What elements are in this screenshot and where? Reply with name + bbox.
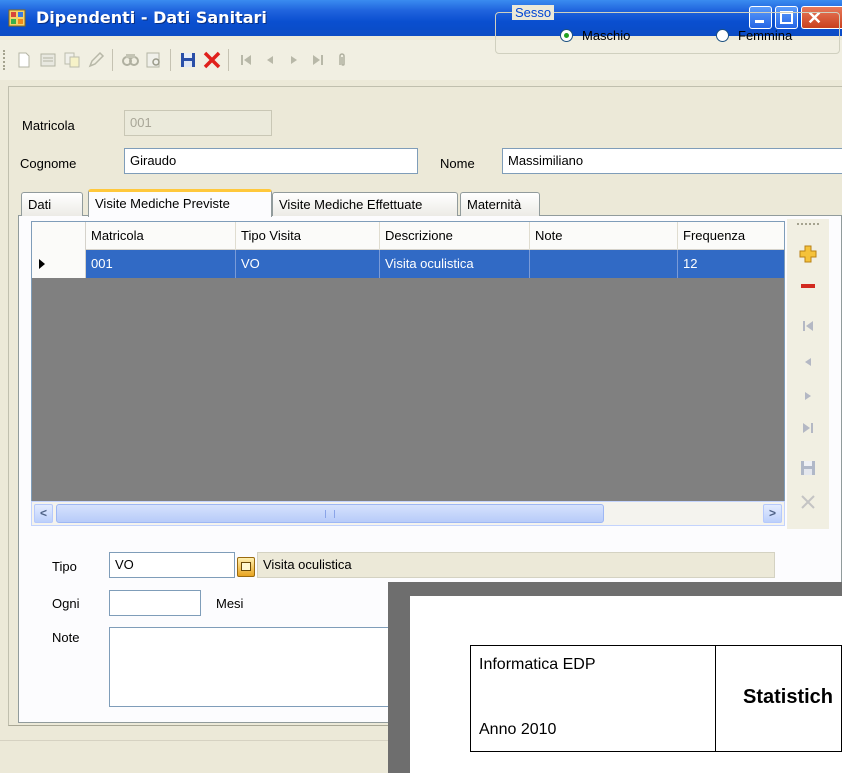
save-record-icon[interactable] bbox=[797, 457, 819, 479]
cell-matricola[interactable]: 001 bbox=[86, 250, 236, 278]
scroll-left-button[interactable]: < bbox=[34, 504, 53, 523]
side-navigator bbox=[787, 219, 829, 529]
column-header-frequenza[interactable]: Frequenza bbox=[678, 222, 784, 250]
column-header-matricola[interactable]: Matricola bbox=[86, 222, 236, 250]
delete-icon[interactable] bbox=[202, 50, 222, 70]
preview-icon[interactable] bbox=[144, 50, 164, 70]
grid-header: Matricola Tipo Visita Descrizione Note F… bbox=[32, 222, 784, 250]
first-icon[interactable] bbox=[236, 50, 256, 70]
matricola-label: Matricola bbox=[22, 118, 75, 133]
tipo-field[interactable]: VO bbox=[109, 552, 235, 578]
window-title: Dipendenti - Dati Sanitari bbox=[36, 8, 267, 27]
next-icon[interactable] bbox=[284, 50, 304, 70]
femmina-label[interactable]: Femmina bbox=[738, 28, 792, 43]
radio-selected-dot bbox=[564, 33, 569, 38]
column-header-note[interactable]: Note bbox=[530, 222, 678, 250]
tab-dati[interactable]: Dati bbox=[21, 192, 83, 216]
new-icon[interactable] bbox=[14, 50, 34, 70]
report-preview-window: Informatica EDP Anno 2010 Statistich bbox=[388, 582, 842, 773]
list-icon[interactable] bbox=[38, 50, 58, 70]
visits-grid[interactable]: Matricola Tipo Visita Descrizione Note F… bbox=[31, 221, 785, 526]
save-icon[interactable] bbox=[178, 50, 198, 70]
sesso-legend: Sesso bbox=[512, 5, 555, 20]
note-field[interactable] bbox=[109, 627, 409, 707]
first-record-icon[interactable] bbox=[797, 315, 819, 337]
edit-icon[interactable] bbox=[86, 50, 106, 70]
cell-note[interactable] bbox=[530, 250, 678, 278]
tipo-label: Tipo bbox=[52, 559, 77, 574]
cell-tipo-visita[interactable]: VO bbox=[236, 250, 380, 278]
cognome-field[interactable]: Giraudo bbox=[124, 148, 418, 174]
lookup-icon bbox=[241, 562, 251, 571]
matricola-field[interactable]: 001 bbox=[124, 110, 272, 136]
report-organization: Informatica EDP bbox=[479, 656, 596, 673]
tab-visite-effettuate[interactable]: Visite Mediche Effettuate bbox=[272, 192, 458, 216]
grid-corner[interactable] bbox=[32, 222, 86, 250]
toolbar-separator bbox=[112, 49, 113, 71]
cognome-label: Cognome bbox=[20, 156, 77, 171]
navigator-grip[interactable] bbox=[797, 223, 819, 226]
toolbar-separator bbox=[170, 49, 171, 71]
mesi-label: Mesi bbox=[216, 596, 244, 611]
tab-visite-previste[interactable]: Visite Mediche Previste bbox=[88, 189, 272, 217]
prev-icon[interactable] bbox=[260, 50, 280, 70]
last-icon[interactable] bbox=[308, 50, 328, 70]
nome-label: Nome bbox=[440, 156, 475, 171]
toolbar-separator bbox=[228, 49, 229, 71]
add-record-icon[interactable] bbox=[797, 243, 819, 265]
toolbar-grip[interactable] bbox=[3, 50, 6, 70]
scroll-thumb-grip bbox=[325, 510, 335, 518]
ogni-label: Ogni bbox=[52, 596, 80, 611]
find-icon[interactable] bbox=[120, 50, 140, 70]
femmina-radio[interactable] bbox=[716, 29, 729, 42]
tipo-description-field: Visita oculistica bbox=[257, 552, 775, 578]
note-label: Note bbox=[52, 630, 80, 645]
main-window: Dipendenti - Dati Sanitari ✕ Matricola 0… bbox=[0, 0, 842, 773]
row-header[interactable] bbox=[32, 250, 86, 278]
sesso-group: Sesso Maschio Femmina bbox=[495, 5, 840, 54]
column-header-tipo-visita[interactable]: Tipo Visita bbox=[236, 222, 380, 250]
attach-icon[interactable] bbox=[332, 50, 352, 70]
app-icon bbox=[8, 9, 26, 27]
scroll-right-button[interactable]: > bbox=[763, 504, 782, 523]
maschio-label[interactable]: Maschio bbox=[582, 28, 630, 43]
remove-record-icon[interactable] bbox=[797, 275, 819, 297]
tab-maternita[interactable]: Maternità bbox=[460, 192, 540, 216]
table-row[interactable]: 001 VO Visita oculistica 12 bbox=[86, 250, 784, 278]
last-record-icon[interactable] bbox=[797, 417, 819, 439]
nome-field[interactable]: Massimiliano bbox=[502, 148, 842, 174]
report-header-divider bbox=[715, 646, 716, 751]
tipo-lookup-button[interactable] bbox=[237, 557, 255, 577]
report-year: Anno 2010 bbox=[479, 721, 557, 738]
column-header-descrizione[interactable]: Descrizione bbox=[380, 222, 530, 250]
report-page: Informatica EDP Anno 2010 Statistich bbox=[410, 596, 842, 773]
report-header-table: Informatica EDP Anno 2010 Statistich bbox=[470, 645, 842, 752]
cell-descrizione[interactable]: Visita oculistica bbox=[380, 250, 530, 278]
copy-icon[interactable] bbox=[62, 50, 82, 70]
ogni-field[interactable] bbox=[109, 590, 201, 616]
next-record-icon[interactable] bbox=[797, 385, 819, 407]
grid-horizontal-scrollbar[interactable]: < > bbox=[31, 501, 785, 526]
tab-strip: Dati Visite Mediche Previste Visite Medi… bbox=[18, 189, 842, 217]
maschio-radio[interactable] bbox=[560, 29, 573, 42]
scroll-thumb[interactable] bbox=[56, 504, 604, 523]
prev-record-icon[interactable] bbox=[797, 351, 819, 373]
cell-frequenza[interactable]: 12 bbox=[678, 250, 784, 278]
report-heading: Statistich bbox=[743, 686, 834, 708]
current-row-arrow-icon bbox=[39, 259, 45, 269]
cancel-record-icon[interactable] bbox=[797, 491, 819, 513]
